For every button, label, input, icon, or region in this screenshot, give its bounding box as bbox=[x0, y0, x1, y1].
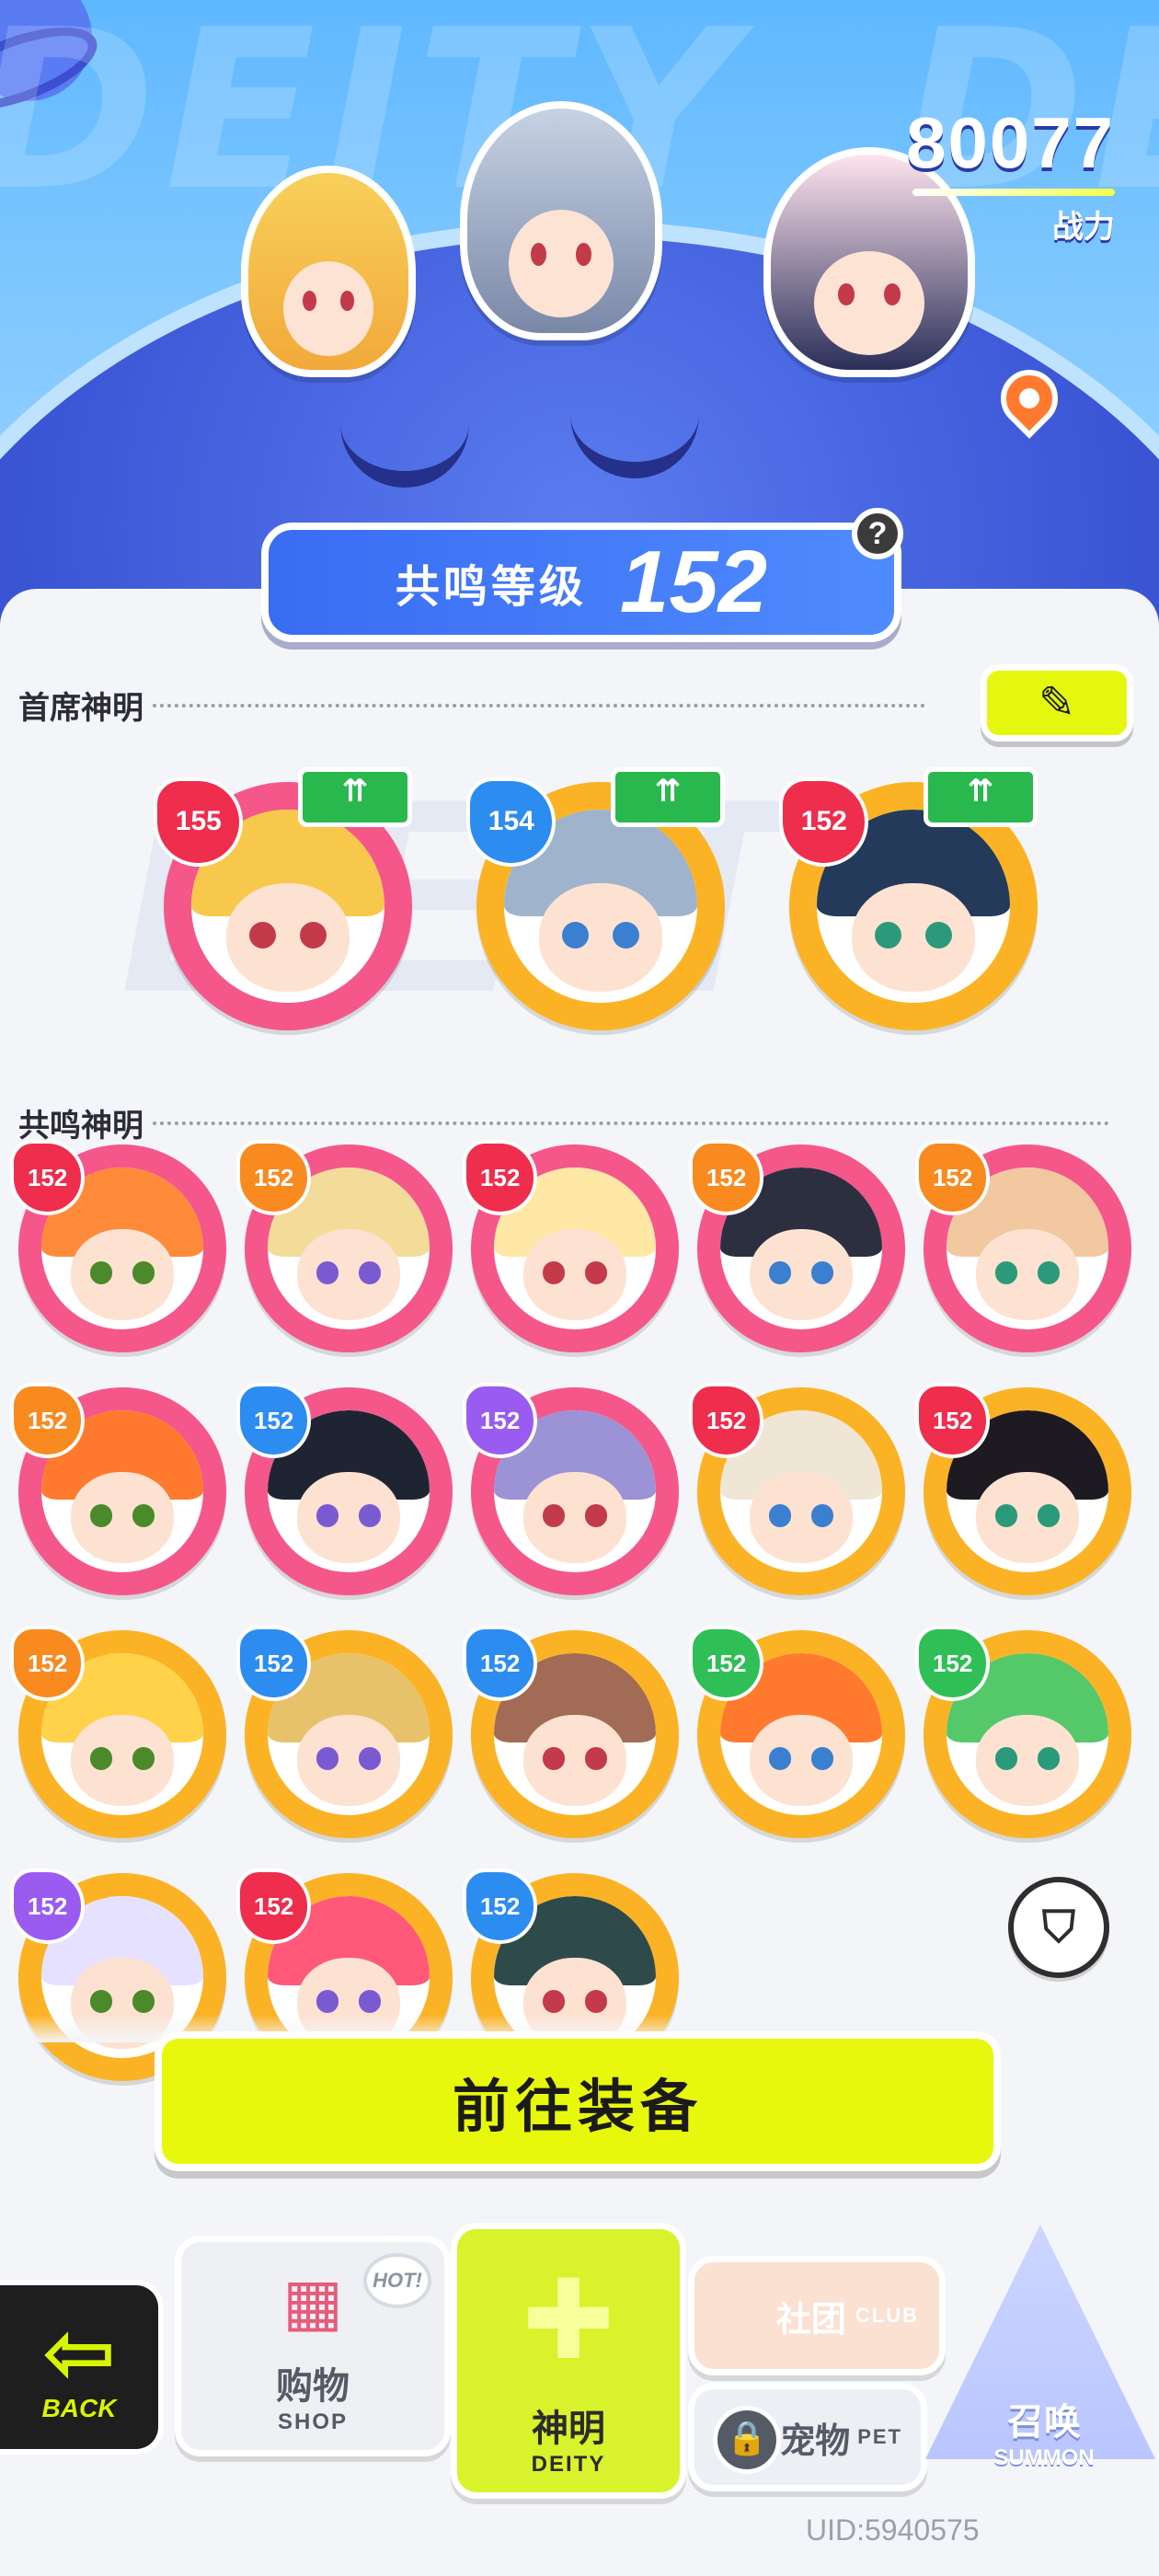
deity-level-badge: 152 bbox=[914, 1140, 991, 1215]
lead-character-2[interactable] bbox=[460, 101, 662, 340]
back-arrow-icon: ⇦ bbox=[41, 2301, 117, 2404]
deity-level-badge: 152 bbox=[914, 1383, 991, 1458]
resonance-deity-avatar[interactable]: 152 bbox=[235, 1383, 453, 1595]
nav-pet[interactable]: 🔒 宠物 PET bbox=[688, 2383, 927, 2491]
filter-icon: ⛉ bbox=[1041, 1901, 1075, 1953]
deity-level-badge: 152 bbox=[235, 1869, 312, 1944]
deity-level-badge: 152 bbox=[688, 1626, 764, 1701]
lead-character-1[interactable] bbox=[241, 166, 416, 377]
vending-machine-icon: ▦ bbox=[281, 2264, 344, 2340]
deity-level-badge: 155 bbox=[154, 776, 244, 867]
deity-mascot-icon: ✚ bbox=[522, 2257, 615, 2385]
resonance-section-title-text: 共鸣神明 bbox=[18, 1108, 143, 1144]
deity-level-badge: 152 bbox=[9, 1869, 86, 1944]
lead-deity-avatar[interactable]: 154 ⇈ bbox=[466, 766, 725, 1030]
deity-level-badge: 152 bbox=[462, 1626, 538, 1701]
resonance-deity-avatar[interactable]: 152 bbox=[9, 1140, 226, 1352]
back-label: BACK bbox=[41, 2394, 117, 2422]
nav-pet-sublabel: PET bbox=[857, 2425, 902, 2448]
nav-shop[interactable]: ▦ HOT! 购物 SHOP bbox=[175, 2236, 451, 2456]
lead-section-title: 首席神明 bbox=[18, 683, 925, 728]
nav-summon-sublabel: SUMMON bbox=[993, 2445, 1095, 2470]
nav-club-sublabel: CLUB bbox=[855, 2304, 919, 2327]
resonance-deity-avatar[interactable]: 152 bbox=[462, 1626, 679, 1838]
resonance-level-banner: 共鸣等级 152 bbox=[261, 523, 901, 642]
resonance-deity-avatar[interactable]: 152 bbox=[462, 1383, 679, 1595]
nav-summon-label: 召唤 bbox=[1007, 2401, 1081, 2444]
deity-level-badge: 152 bbox=[462, 1140, 538, 1215]
deity-level-badge: 152 bbox=[9, 1626, 86, 1701]
pencil-icon: ✎ bbox=[1038, 677, 1076, 729]
back-button[interactable]: ⇦ BACK bbox=[0, 2280, 164, 2455]
lead-section-title-text: 首席神明 bbox=[18, 690, 143, 727]
nav-shop-label: 购物 bbox=[276, 2365, 350, 2408]
resonance-deity-avatar[interactable]: 152 bbox=[688, 1626, 905, 1838]
resonance-level-value: 152 bbox=[619, 533, 768, 631]
deity-level-badge: 152 bbox=[235, 1626, 312, 1701]
nav-club-label: 社团 bbox=[775, 2298, 846, 2340]
help-icon[interactable]: ? bbox=[852, 508, 903, 559]
deity-level-badge: 152 bbox=[462, 1383, 538, 1458]
go-equip-button[interactable]: 前往装备 bbox=[155, 2031, 1001, 2171]
lock-icon: 🔒 bbox=[713, 2406, 781, 2474]
nav-summon-text[interactable]: 召唤 SUMMON bbox=[966, 2392, 1122, 2471]
nav-deity-sublabel: DEITY bbox=[531, 2452, 606, 2477]
power-display: 80077 战力 bbox=[906, 101, 1115, 247]
deity-level-badge: 152 bbox=[779, 776, 869, 867]
resonance-deity-avatar[interactable]: 152 bbox=[688, 1383, 905, 1595]
deity-level-badge: 152 bbox=[688, 1383, 764, 1458]
filter-button[interactable]: ⛉ bbox=[1008, 1877, 1109, 1978]
resonance-deity-avatar[interactable]: 152 bbox=[235, 1140, 453, 1352]
nav-deity[interactable]: ✚ 神明 DEITY bbox=[451, 2223, 686, 2499]
deity-level-badge: 152 bbox=[688, 1140, 764, 1215]
lead-deity-avatar[interactable]: 152 ⇈ bbox=[779, 766, 1038, 1030]
nav-club[interactable]: 社团 CLUB bbox=[688, 2256, 946, 2375]
deity-level-badge: 152 bbox=[235, 1140, 312, 1215]
edit-lead-button[interactable]: ✎ bbox=[981, 664, 1133, 742]
upgrade-arrows-icon: ⇈ bbox=[923, 766, 1038, 827]
resonance-deity-avatar[interactable]: 152 bbox=[9, 1383, 226, 1595]
upgrade-arrows-icon: ⇈ bbox=[297, 766, 412, 827]
resonance-deity-avatar[interactable]: 152 bbox=[688, 1140, 905, 1352]
deity-level-badge: 152 bbox=[9, 1383, 86, 1458]
nav-deity-label: 神明 bbox=[532, 2408, 605, 2450]
lead-deity-avatar[interactable]: 155 ⇈ bbox=[154, 766, 412, 1030]
deity-level-badge: 154 bbox=[466, 776, 557, 867]
resonance-section-title: 共鸣神明 bbox=[18, 1100, 1109, 1145]
deity-level-badge: 152 bbox=[235, 1383, 312, 1458]
resonance-deity-avatar[interactable]: 152 bbox=[914, 1140, 1131, 1352]
deity-level-badge: 152 bbox=[462, 1869, 538, 1944]
resonance-deity-avatar[interactable]: 152 bbox=[914, 1383, 1131, 1595]
section-divider bbox=[153, 703, 925, 707]
deity-level-badge: 152 bbox=[9, 1140, 86, 1215]
resonance-deity-avatar[interactable]: 152 bbox=[9, 1626, 226, 1838]
section-divider bbox=[153, 1121, 1109, 1125]
power-label: 战力 bbox=[1052, 209, 1115, 246]
nav-pet-label: 宠物 bbox=[780, 2420, 851, 2461]
hot-badge: HOT! bbox=[363, 2253, 431, 2308]
resonance-deity-avatar[interactable]: 152 bbox=[914, 1626, 1131, 1838]
power-underline bbox=[912, 189, 1115, 196]
resonance-deity-avatar[interactable]: 152 bbox=[462, 1140, 679, 1352]
resonance-level-label: 共鸣等级 bbox=[395, 561, 587, 613]
deity-level-badge: 152 bbox=[914, 1626, 991, 1701]
resonance-deity-avatar[interactable]: 152 bbox=[235, 1626, 453, 1838]
nav-shop-sublabel: SHOP bbox=[277, 2409, 348, 2434]
upgrade-arrows-icon: ⇈ bbox=[610, 766, 725, 827]
user-id: UID:5940575 bbox=[806, 2513, 980, 2547]
power-value: 80077 bbox=[906, 102, 1115, 183]
